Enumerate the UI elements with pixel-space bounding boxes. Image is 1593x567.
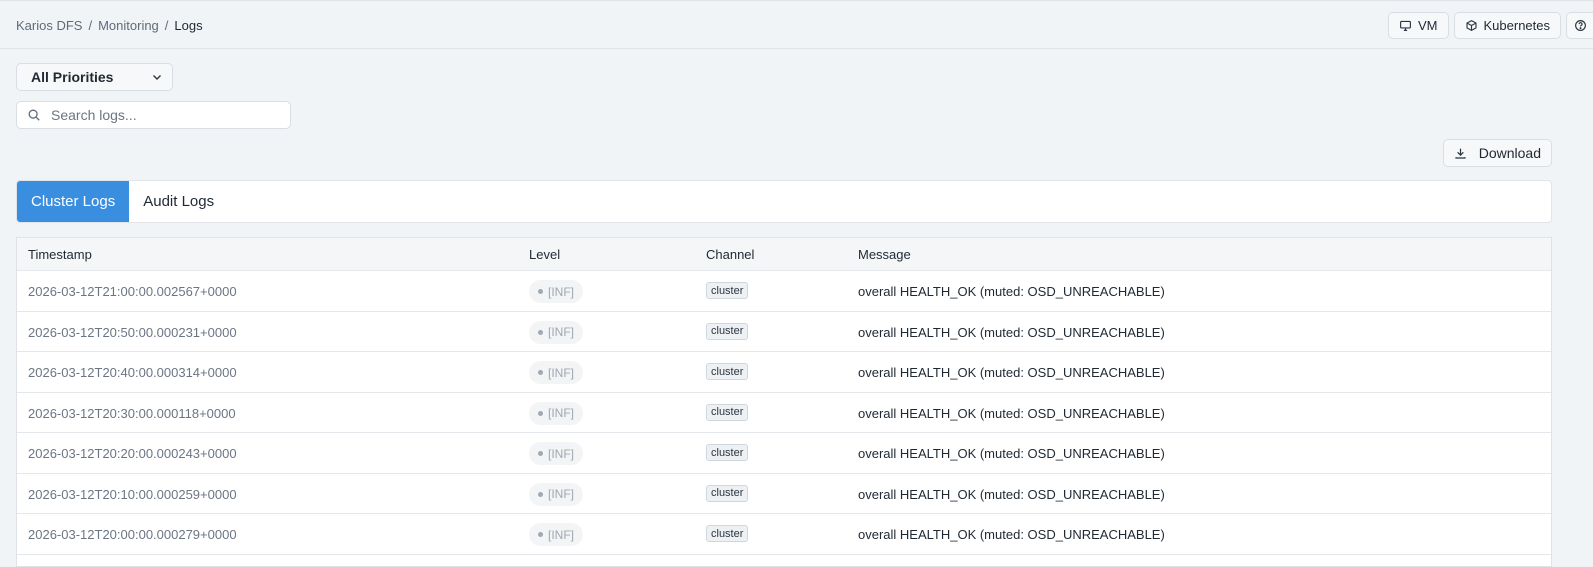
tab-label: Cluster Logs xyxy=(31,193,116,210)
priority-select-value: All Priorities xyxy=(31,69,114,85)
cell-timestamp: 2026-03-12T20:40:00.000314+0000 xyxy=(28,365,237,380)
level-text: [INF] xyxy=(548,446,574,461)
download-button[interactable]: Download xyxy=(1442,139,1552,167)
level-text: [INF] xyxy=(548,527,574,542)
channel-badge: cluster xyxy=(706,403,749,421)
level-text: [INF] xyxy=(548,406,574,420)
cell-message: overall HEALTH_OK (muted: OSD_UNREACHABL… xyxy=(858,324,1165,340)
channel-badge: cluster xyxy=(706,322,749,340)
dot-icon xyxy=(538,370,543,375)
level-badge: [INF] xyxy=(529,523,583,546)
breadcrumb-root[interactable]: Karios DFS xyxy=(16,18,82,33)
search-icon xyxy=(28,109,40,121)
level-text: [INF] xyxy=(548,325,574,339)
tab-cluster-logs[interactable]: Cluster Logs xyxy=(17,181,130,222)
header-level[interactable]: Level xyxy=(529,247,560,262)
channel-badge: cluster xyxy=(706,444,749,461)
level-badge: [INF] xyxy=(529,442,583,465)
vm-button[interactable]: VM xyxy=(1388,12,1449,39)
level-badge: [INF] xyxy=(529,280,583,303)
logs-table: Timestamp Level Channel Message 2026-03-… xyxy=(16,237,1552,567)
dot-icon xyxy=(538,532,543,537)
header-channel[interactable]: Channel xyxy=(706,247,754,262)
cell-message: overall HEALTH_OK (muted: OSD_UNREACHABL… xyxy=(858,527,1165,542)
kubernetes-button[interactable]: Kubernetes xyxy=(1453,12,1561,39)
tab-label: Audit Logs xyxy=(143,193,215,210)
level-badge: [INF] xyxy=(529,361,583,384)
breadcrumb-separator: / xyxy=(164,18,169,33)
search-box[interactable] xyxy=(16,101,291,129)
dot-icon xyxy=(538,491,543,497)
channel-badge: cluster xyxy=(706,363,749,380)
channel-badge: cluster xyxy=(706,525,749,542)
channel-badge: cluster xyxy=(706,282,749,299)
breadcrumb-separator: / xyxy=(88,18,93,33)
cell-message: overall HEALTH_OK (muted: OSD_UNREACHABL… xyxy=(858,405,1165,421)
table-row[interactable]: 2026-03-12T20:50:00.000231+0000 [INF] cl… xyxy=(17,312,1551,352)
help-button[interactable] xyxy=(1566,12,1593,39)
cell-message: overall HEALTH_OK (muted: OSD_UNREACHABL… xyxy=(858,365,1165,380)
cube-icon xyxy=(1465,19,1477,32)
cell-timestamp: 2026-03-12T20:20:00.000243+0000 xyxy=(28,446,237,461)
level-badge: [INF] xyxy=(529,320,583,344)
channel-badge: cluster xyxy=(706,484,749,502)
cell-timestamp: 2026-03-12T21:00:00.002567+0000 xyxy=(28,284,237,299)
breadcrumb-current: Logs xyxy=(174,18,203,33)
level-text: [INF] xyxy=(548,487,574,501)
priority-select[interactable]: All Priorities xyxy=(16,63,173,91)
top-bar: Karios DFS / Monitoring / Logs VM Kubern… xyxy=(0,0,1593,49)
table-row[interactable]: 2026-03-12T20:20:00.000243+0000 [INF] cl… xyxy=(17,433,1551,474)
dot-icon xyxy=(538,329,543,335)
table-row[interactable]: 2026-03-12T21:00:00.002567+0000 [INF] cl… xyxy=(17,271,1551,312)
cell-message: overall HEALTH_OK (muted: OSD_UNREACHABL… xyxy=(858,486,1165,502)
kubernetes-button-label: Kubernetes xyxy=(1483,18,1551,33)
breadcrumb: Karios DFS / Monitoring / Logs xyxy=(16,18,203,33)
dot-icon xyxy=(538,289,543,294)
help-circle-icon xyxy=(1574,20,1586,31)
table-row[interactable]: 2026-03-12T20:10:00.000259+0000 [INF] cl… xyxy=(17,474,1551,514)
cell-message: overall HEALTH_OK (muted: OSD_UNREACHABL… xyxy=(858,446,1165,461)
cell-message: overall HEALTH_OK (muted: OSD_UNREACHABL… xyxy=(858,284,1165,299)
top-actions: VM Kubernetes xyxy=(1388,12,1593,39)
cell-timestamp: 2026-03-12T20:00:00.000279+0000 xyxy=(28,527,237,542)
download-button-label: Download xyxy=(1478,145,1541,161)
chevron-down-icon xyxy=(153,75,161,80)
header-timestamp[interactable]: Timestamp xyxy=(28,247,92,262)
table-header: Timestamp Level Channel Message xyxy=(17,238,1551,271)
table-row[interactable]: 2026-03-12T20:40:00.000314+0000 [INF] cl… xyxy=(17,352,1551,393)
table-row[interactable]: 2026-03-12T20:30:00.000118+0000 [INF] cl… xyxy=(17,393,1551,433)
tab-audit-logs[interactable]: Audit Logs xyxy=(129,181,228,222)
search-input[interactable] xyxy=(51,107,271,123)
table-row[interactable]: 2026-03-12T20:00:00.000279+0000 [INF] cl… xyxy=(17,514,1551,555)
dot-icon xyxy=(538,410,543,416)
cell-timestamp: 2026-03-12T20:10:00.000259+0000 xyxy=(28,486,237,502)
cell-timestamp: 2026-03-12T20:30:00.000118+0000 xyxy=(28,405,236,421)
dot-icon xyxy=(538,451,543,456)
level-badge: [INF] xyxy=(529,401,583,425)
cell-timestamp: 2026-03-12T20:50:00.000231+0000 xyxy=(28,324,237,340)
breadcrumb-section[interactable]: Monitoring xyxy=(98,18,159,33)
level-text: [INF] xyxy=(548,365,574,380)
vm-button-label: VM xyxy=(1418,18,1438,33)
header-message[interactable]: Message xyxy=(858,247,911,262)
level-text: [INF] xyxy=(548,284,574,299)
log-tabs: Cluster Logs Audit Logs xyxy=(16,180,1552,223)
monitor-icon xyxy=(1400,20,1411,31)
download-icon xyxy=(1455,148,1466,159)
level-badge: [INF] xyxy=(529,482,583,506)
